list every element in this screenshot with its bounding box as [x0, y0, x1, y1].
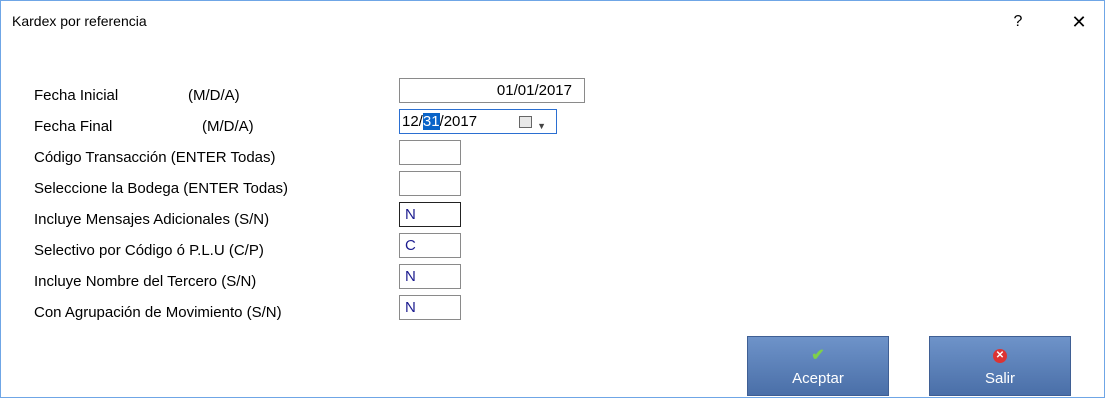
fecha-inicial-label: Fecha Inicial (M/D/A) [34, 87, 240, 104]
title-bar: Kardex por referencia ? ✕ [1, 1, 1104, 41]
check-icon: ✔ [811, 347, 825, 364]
mensajes-adicionales-label: Incluye Mensajes Adicionales (S/N) [34, 211, 270, 228]
x-circle-icon: ✕ [930, 345, 1070, 363]
selected-day: 31 [422, 113, 440, 130]
accept-button[interactable]: ✔ Aceptar [747, 336, 889, 396]
close-button[interactable]: ✕ [1064, 11, 1094, 33]
fecha-final-input[interactable]: 12/31/2017 ▼ [399, 109, 557, 134]
agrupacion-movimiento-label: Con Agrupación de Movimiento (S/N) [34, 304, 282, 321]
chevron-down-icon[interactable]: ▼ [537, 115, 546, 138]
codigo-transaccion-label: Código Transacción (ENTER Todas) [34, 149, 276, 166]
accept-button-label: Aceptar [792, 370, 844, 387]
mensajes-adicionales-input[interactable]: N [399, 202, 461, 227]
fecha-inicial-hint: (M/D/A) [188, 87, 240, 104]
help-button[interactable]: ? [1003, 11, 1033, 33]
bodega-input[interactable] [399, 171, 461, 196]
window-title: Kardex por referencia [12, 13, 147, 29]
nombre-tercero-input[interactable]: N [399, 264, 461, 289]
fecha-inicial-input[interactable]: 01/01/2017 [399, 78, 585, 103]
codigo-transaccion-input[interactable] [399, 140, 461, 165]
agrupacion-movimiento-input[interactable]: N [399, 295, 461, 320]
form-panel: Fecha Inicial (M/D/A) 01/01/2017 Fecha F… [1, 41, 1104, 397]
bodega-label: Seleccione la Bodega (ENTER Todas) [34, 180, 289, 197]
selectivo-codigo-label: Selectivo por Código ó P.L.U (C/P) [34, 242, 264, 259]
exit-button-label: Salir [984, 370, 1015, 387]
nombre-tercero-label: Incluye Nombre del Tercero (S/N) [34, 273, 257, 290]
exit-button[interactable]: ✕ Salir [929, 336, 1071, 396]
dialog-window: Kardex por referencia ? ✕ Fecha Inicial … [0, 0, 1105, 398]
calendar-icon[interactable] [519, 116, 532, 128]
fecha-final-hint: (M/D/A) [202, 118, 254, 135]
fecha-final-label: Fecha Final (M/D/A) [34, 118, 254, 135]
selectivo-codigo-input[interactable]: C [399, 233, 461, 258]
